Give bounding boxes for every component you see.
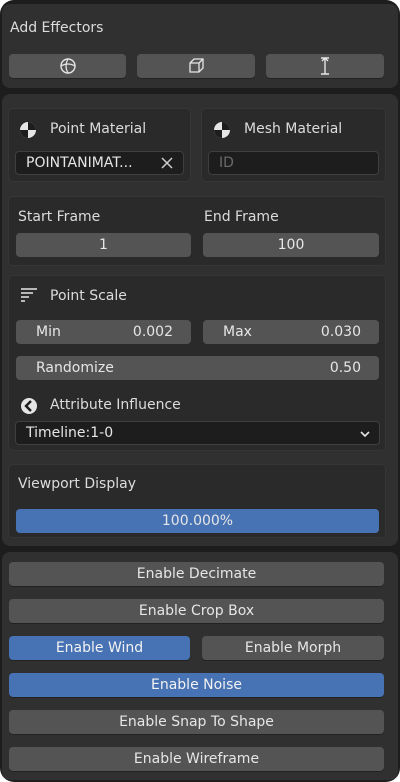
min-label: Min — [36, 324, 61, 340]
enable-snap-to-shape-button[interactable]: Enable Snap To Shape — [9, 710, 384, 734]
start-frame-field[interactable]: 1 — [16, 233, 191, 257]
min-field[interactable]: Min 0.002 — [16, 320, 191, 344]
max-value: 0.030 — [320, 324, 361, 340]
attribute-influence-dropdown[interactable]: Timeline:1-0 — [15, 421, 380, 445]
end-frame-value: 100 — [277, 237, 305, 253]
point-scale-label: Point Scale — [50, 288, 127, 304]
viewport-display-label: Viewport Display — [18, 476, 136, 492]
mesh-material-label: Mesh Material — [244, 121, 343, 137]
randomize-label: Randomize — [36, 360, 114, 376]
enable-crop-box-button[interactable]: Enable Crop Box — [9, 599, 384, 623]
viewport-display-slider[interactable]: 100.000% — [16, 509, 379, 533]
attribute-influence-label: Attribute Influence — [50, 397, 181, 413]
randomize-value: 0.50 — [329, 360, 361, 376]
arrow-effector-icon — [321, 57, 329, 75]
attribute-influence-value: Timeline:1-0 — [26, 425, 114, 441]
effectors-panel: Add Effectors Point Material POINTANIMAT… — [0, 0, 400, 782]
point-material-card: Point Material POINTANIMAT... — [8, 108, 191, 182]
enable-wind-button[interactable]: Enable Wind — [9, 636, 190, 660]
cube-effector-icon — [189, 58, 204, 73]
mesh-material-field[interactable]: ID — [208, 151, 379, 175]
frames-card: Start Frame End Frame 1 100 — [8, 196, 386, 266]
enable-noise-button[interactable]: Enable Noise — [9, 673, 384, 697]
start-frame-label: Start Frame — [18, 209, 101, 225]
randomize-field[interactable]: Randomize 0.50 — [16, 356, 379, 380]
viewport-display-card: Viewport Display 100.000% — [8, 464, 386, 538]
add-sphere-effector-button[interactable] — [9, 54, 126, 78]
max-label: Max — [223, 324, 252, 340]
point-material-label: Point Material — [50, 121, 147, 137]
point-material-value: POINTANIMAT... — [26, 155, 133, 171]
add-cube-effector-button[interactable] — [137, 54, 255, 78]
viewport-display-value: 100.000% — [161, 513, 234, 529]
sphere-effector-icon — [59, 58, 76, 74]
chevron-down-icon — [360, 431, 370, 438]
material-sphere-icon — [20, 122, 36, 138]
max-field[interactable]: Max 0.030 — [203, 320, 379, 344]
sort-lines-icon — [21, 288, 37, 302]
end-frame-label: End Frame — [204, 209, 279, 225]
add-effectors-section: Add Effectors — [2, 4, 398, 88]
add-arrow-effector-button[interactable] — [266, 54, 384, 78]
attribute-influence-icon — [21, 398, 37, 414]
min-value: 0.002 — [132, 324, 173, 340]
toggles-section: Enable Decimate Enable Crop Box Enable W… — [2, 552, 398, 780]
point-material-field[interactable]: POINTANIMAT... — [15, 151, 184, 175]
enable-decimate-button[interactable]: Enable Decimate — [9, 562, 384, 586]
clear-icon[interactable] — [160, 156, 174, 170]
point-scale-card: Point Scale Min 0.002 Max 0.030 Randomiz… — [8, 275, 386, 451]
settings-section: Point Material POINTANIMAT... Mesh Mater… — [2, 94, 398, 546]
start-frame-value: 1 — [99, 237, 108, 253]
add-effectors-title: Add Effectors — [10, 20, 104, 36]
end-frame-field[interactable]: 100 — [203, 233, 379, 257]
mesh-material-card: Mesh Material ID — [201, 108, 386, 182]
enable-wireframe-button[interactable]: Enable Wireframe — [9, 747, 384, 771]
material-sphere-icon — [214, 122, 230, 138]
enable-morph-button[interactable]: Enable Morph — [202, 636, 384, 660]
mesh-material-placeholder: ID — [219, 155, 234, 171]
